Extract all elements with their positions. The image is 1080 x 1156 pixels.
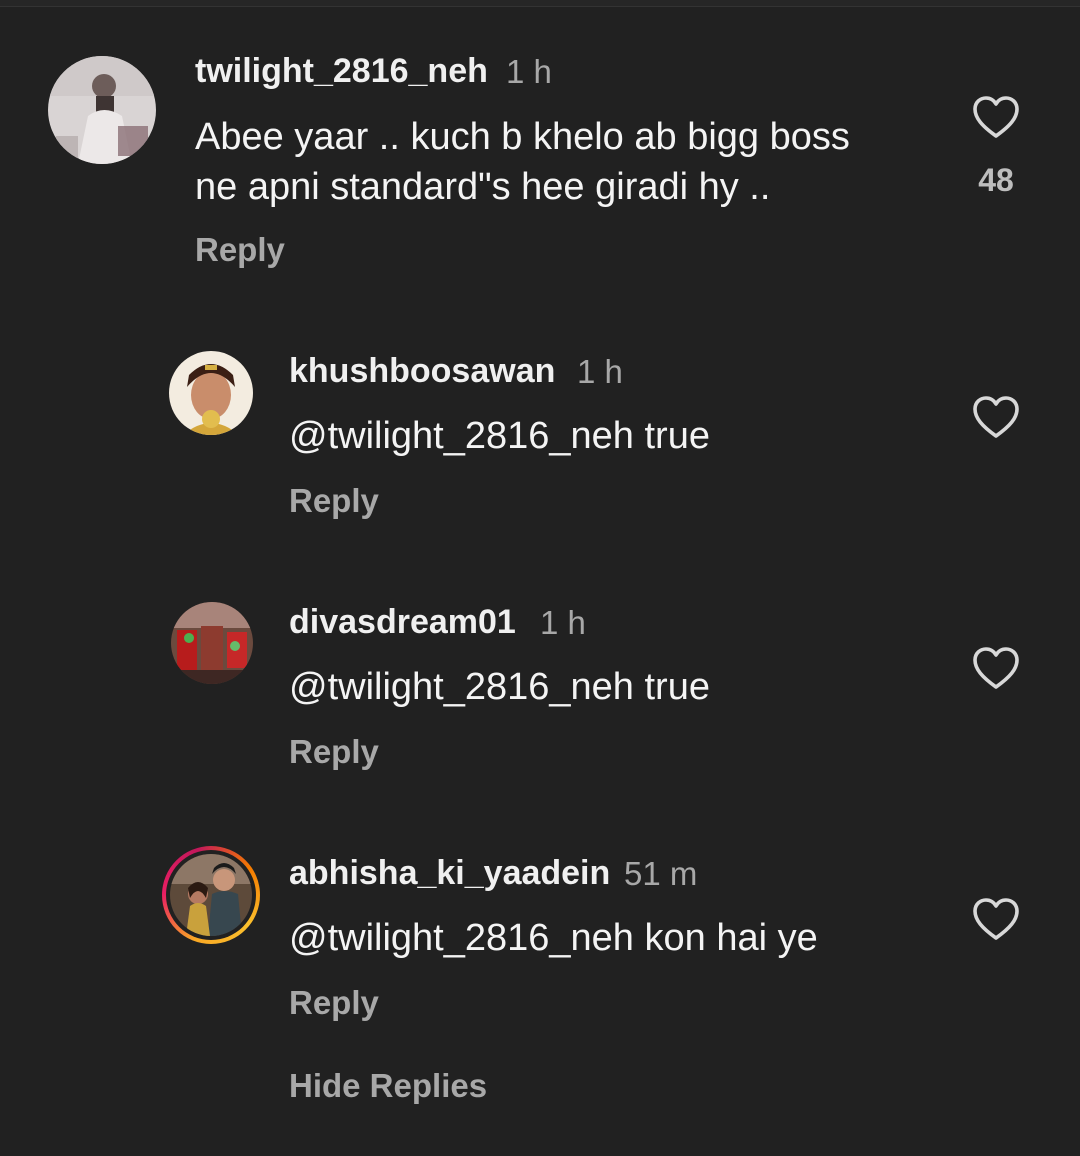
heart-icon bbox=[973, 396, 1019, 438]
comment-timestamp: 51 m bbox=[624, 855, 698, 892]
comment-timestamp: 1 h bbox=[506, 53, 552, 90]
like-button[interactable] bbox=[972, 897, 1020, 941]
comment-username[interactable]: abhisha_ki_yaadein bbox=[289, 854, 610, 893]
comment-text-line: ne apni standard"s hee giradi hy .. bbox=[195, 166, 771, 208]
like-count: 48 bbox=[978, 162, 1014, 198]
like-button[interactable] bbox=[972, 646, 1020, 690]
avatar-photo-icon bbox=[170, 854, 252, 936]
avatar-photo-icon bbox=[48, 56, 156, 164]
hide-replies-button[interactable]: Hide Replies bbox=[289, 1067, 487, 1105]
comment-username[interactable]: twilight_2816_neh bbox=[195, 52, 488, 91]
comment-username[interactable]: divasdream01 bbox=[289, 603, 516, 642]
comment-timestamp: 1 h bbox=[577, 353, 623, 390]
reply-button[interactable]: Reply bbox=[195, 231, 285, 269]
top-divider bbox=[0, 0, 1080, 7]
avatar[interactable] bbox=[169, 351, 253, 435]
reply-button[interactable]: Reply bbox=[289, 482, 379, 520]
comment-text: Abee yaar .. kuch b khelo ab bigg boss n… bbox=[195, 112, 955, 212]
avatar-photo-icon bbox=[171, 602, 253, 684]
comment-text-line: Abee yaar .. kuch b khelo ab bigg boss bbox=[195, 116, 850, 158]
heart-icon bbox=[973, 898, 1019, 940]
comment-timestamp: 1 h bbox=[540, 604, 586, 641]
avatar[interactable] bbox=[48, 56, 156, 164]
comment-text: @twilight_2816_neh true bbox=[289, 415, 710, 457]
avatar[interactable] bbox=[170, 854, 252, 936]
reply-button[interactable]: Reply bbox=[289, 733, 379, 771]
comment-text: @twilight_2816_neh true bbox=[289, 666, 710, 708]
avatar[interactable] bbox=[171, 602, 253, 684]
like-button[interactable] bbox=[972, 95, 1020, 139]
heart-icon bbox=[973, 647, 1019, 689]
avatar-photo-icon bbox=[169, 351, 253, 435]
heart-icon bbox=[973, 96, 1019, 138]
comment-text: @twilight_2816_neh kon hai ye bbox=[289, 917, 818, 959]
like-button[interactable] bbox=[972, 395, 1020, 439]
comment-username[interactable]: khushboosawan bbox=[289, 352, 555, 391]
reply-button[interactable]: Reply bbox=[289, 984, 379, 1022]
